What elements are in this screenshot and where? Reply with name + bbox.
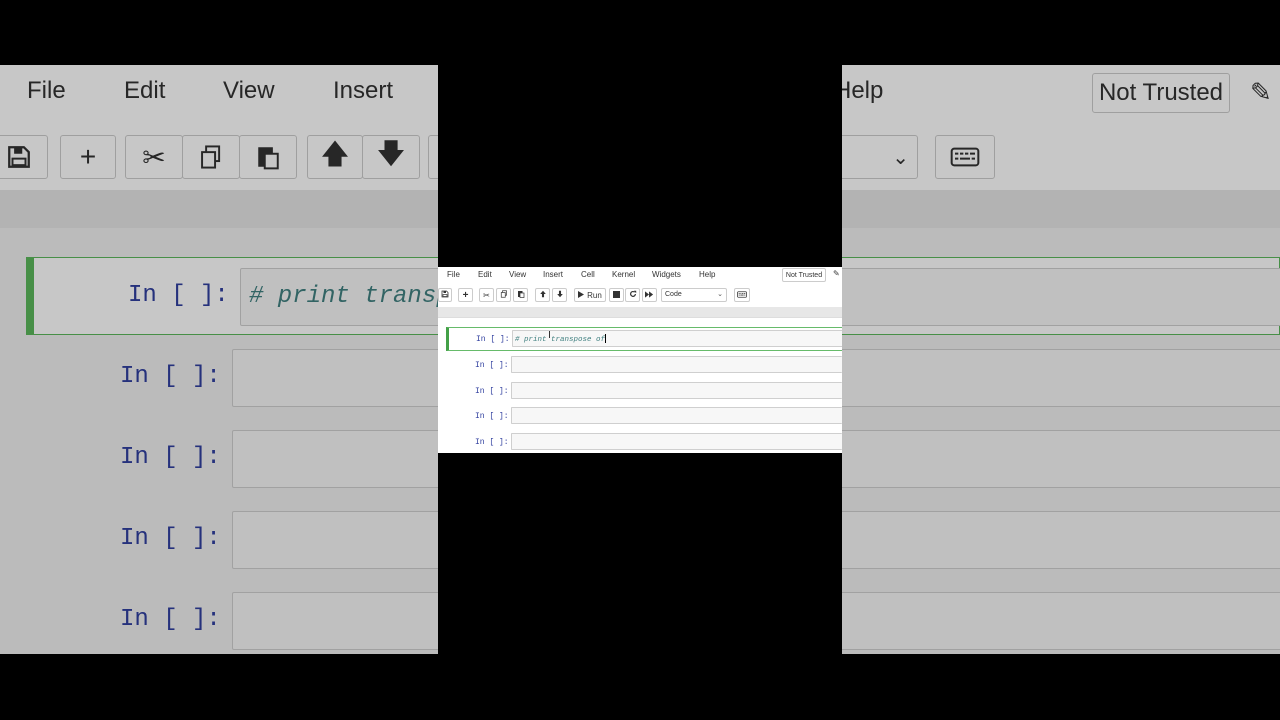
copy-icon (500, 290, 508, 300)
code-cell[interactable]: In [ ]: (446, 379, 842, 403)
interrupt-button[interactable] (609, 288, 624, 302)
menu-widgets[interactable]: Widgets (652, 270, 681, 279)
save-icon (441, 290, 449, 300)
input-prompt: In [ ]: (475, 361, 509, 370)
mouse-ibeam-cursor (549, 331, 551, 338)
fast-forward-icon (645, 290, 654, 300)
save-button[interactable] (438, 288, 452, 302)
keyboard-icon (737, 290, 747, 300)
command-palette-button[interactable] (734, 288, 750, 302)
cell-type-value: Code (665, 291, 682, 298)
input-prompt: In [ ]: (475, 387, 509, 396)
code-text: # print transpose of (515, 336, 606, 344)
jupyter-notebook: File Edit View Insert Cell Kernel Widget… (438, 267, 842, 453)
code-cell[interactable]: In [ ]: (446, 404, 842, 428)
cut-button[interactable]: ✂ (479, 288, 494, 302)
code-input[interactable] (511, 433, 842, 450)
menu-file[interactable]: File (447, 270, 460, 279)
input-prompt: In [ ]: (476, 335, 510, 344)
play-icon (578, 290, 585, 300)
menu-view[interactable]: View (509, 270, 526, 279)
paste-icon (517, 290, 525, 300)
menu-cell[interactable]: Cell (581, 270, 595, 279)
input-prompt: In [ ]: (475, 438, 509, 447)
move-up-button[interactable] (535, 288, 550, 302)
run-button[interactable]: Run (574, 288, 606, 302)
restart-button[interactable] (625, 288, 640, 302)
chevron-down-icon: ⌄ (717, 291, 723, 298)
menu-kernel[interactable]: Kernel (612, 270, 635, 279)
copy-button[interactable] (496, 288, 511, 302)
input-prompt: In [ ]: (475, 412, 509, 421)
menubar: File Edit View Insert Cell Kernel Widget… (438, 267, 842, 283)
arrow-up-icon (539, 290, 547, 300)
stop-icon (613, 290, 620, 300)
menu-edit[interactable]: Edit (478, 270, 492, 279)
menu-insert[interactable]: Insert (543, 270, 563, 279)
toolbar: + ✂ Run Code ⌄ (438, 283, 842, 307)
insert-cell-button[interactable]: + (458, 288, 473, 302)
move-down-button[interactable] (552, 288, 567, 302)
code-cell[interactable]: In [ ]: # print transpose of (446, 327, 842, 351)
notebook-page: In [ ]: # print transpose of In [ ]: In … (438, 318, 842, 453)
cell-type-select[interactable]: Code ⌄ (661, 288, 727, 302)
code-input[interactable] (511, 382, 842, 399)
code-input[interactable] (511, 356, 842, 373)
restart-run-all-button[interactable] (642, 288, 657, 302)
trusted-badge[interactable]: Not Trusted (782, 268, 826, 282)
code-cell[interactable]: In [ ]: (446, 430, 842, 453)
text-cursor (605, 334, 607, 343)
code-input[interactable]: # print transpose of (512, 330, 842, 347)
arrow-down-icon (556, 290, 564, 300)
pencil-icon[interactable]: ✎ (833, 269, 840, 278)
code-input[interactable] (511, 407, 842, 424)
plus-icon: + (462, 289, 469, 301)
menu-help[interactable]: Help (699, 270, 715, 279)
run-label: Run (587, 290, 602, 300)
restart-icon (629, 290, 637, 300)
code-cell[interactable]: In [ ]: (446, 353, 842, 377)
scissors-icon: ✂ (483, 290, 490, 300)
paste-button[interactable] (513, 288, 528, 302)
